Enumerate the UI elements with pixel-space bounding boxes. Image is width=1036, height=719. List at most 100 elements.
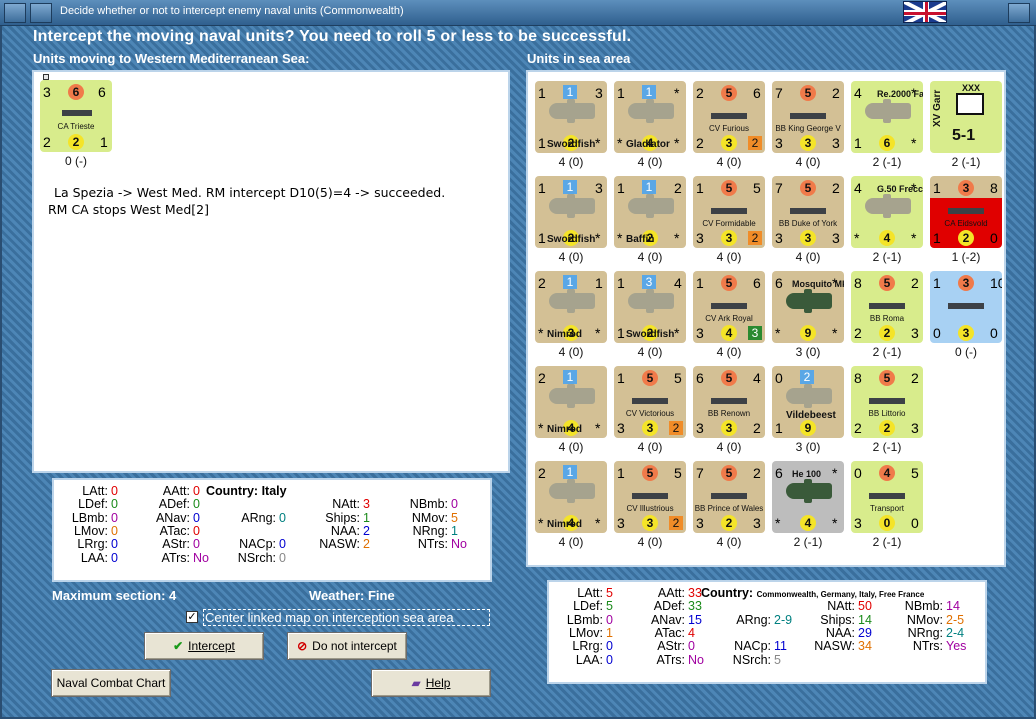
unit-name: CV Furious xyxy=(708,124,749,133)
unit-counter[interactable]: 0 4 5 3 0 0 Transport xyxy=(851,461,923,533)
unit-counter[interactable]: 1 1 3 1 2 * Swordfish xyxy=(535,81,607,153)
unit-count: 3 (0) xyxy=(795,440,821,454)
unit-counter[interactable]: 1 1 2 * 2 * Baffin xyxy=(614,176,686,248)
help-button[interactable]: ▰ Help xyxy=(371,669,491,697)
naval-combat-chart-button[interactable]: Naval Combat Chart xyxy=(51,669,171,697)
unit-counter[interactable]: 2 5 6 2 3 2 CV Furious xyxy=(693,81,765,153)
sea-area-stats: LAtt: 5 LDef: 5 LBmb: 0 LMov: 1 LRrg: 0 LAA: 0 AAtt:… xyxy=(547,580,987,684)
unit-stat-tr: 4 xyxy=(674,275,682,291)
unit-name: XV Garr xyxy=(932,89,943,127)
unit-stat-bl: 1 xyxy=(538,230,546,246)
stat-aatt: AAtt: 0 xyxy=(162,484,200,498)
unit-count: 2 (-1) xyxy=(872,345,902,359)
intercept-button[interactable]: ✔ Intercept xyxy=(144,632,264,660)
unit-counter[interactable]: 4*16*Re.2000 Falco I xyxy=(851,81,923,153)
stat-ldef: LDef: 0 xyxy=(78,497,118,512)
unit-stat-bl: 3 xyxy=(775,230,783,246)
unit-counter[interactable]: 1 5 5 3 3 2 CV Illustrious xyxy=(614,461,686,533)
ship-silhouette-icon xyxy=(790,113,826,119)
stat-nsrch: NSrch: 5 xyxy=(732,652,781,667)
unit-name: Re.2000 Falco I xyxy=(877,89,923,99)
unit-stat-tc: 3 xyxy=(642,275,656,289)
unit-stat-tc: 5 xyxy=(879,370,895,386)
unit-stat-tc: 5 xyxy=(800,85,816,101)
minimize-icon[interactable] xyxy=(30,3,52,23)
wing xyxy=(567,194,575,218)
stat-nrng: NRng: 2-4 xyxy=(907,625,965,640)
unit-counter[interactable]: 1 3 4 1 2 * Swordfish xyxy=(614,271,686,343)
unit-count: 4 (0) xyxy=(637,440,663,454)
unit-stat-bc: 3 xyxy=(958,325,974,341)
unit-counter[interactable]: 6 5 4 3 3 2 BB Renown xyxy=(693,366,765,438)
unit-stat-tl: 7 xyxy=(696,465,704,481)
unit-stat-bl: * xyxy=(775,515,781,531)
unit-counter[interactable]: 1 1 * * 4 * Gladiator xyxy=(614,81,686,153)
unit-counter[interactable]: 1 5 5 3 3 2 CV Formidable xyxy=(693,176,765,248)
garrison-symbol-icon xyxy=(956,93,984,115)
center-map-label[interactable]: Center linked map on interception sea ar… xyxy=(203,609,490,626)
unit-stat-tc: 5 xyxy=(642,465,658,481)
unit-stat-tr: 6 xyxy=(753,275,761,291)
unit-name: Nimrod xyxy=(547,329,582,340)
unit-stat-bc: 4 xyxy=(800,515,816,531)
unit-counter[interactable]: 0 2 1 9 Vildebeest xyxy=(772,366,844,438)
aircraft-silhouette-icon xyxy=(628,99,674,123)
unit-stat-bc: 4 xyxy=(721,325,737,341)
unit-counter[interactable]: 4**4*G.50 Freccia xyxy=(851,176,923,248)
unit-name: CV Victorious xyxy=(625,409,675,418)
unit-stat-br: 3 xyxy=(753,515,761,531)
unit-count: 4 (0) xyxy=(558,345,584,359)
aircraft-silhouette-icon xyxy=(628,289,674,313)
wing xyxy=(567,479,575,503)
unit-counter[interactable]: 2 1 * 4 * Nimrod xyxy=(535,461,607,533)
unit-stat-tc: 5 xyxy=(721,275,737,291)
ship-silhouette-icon xyxy=(711,493,747,499)
aircraft-silhouette-icon xyxy=(865,194,911,218)
unit-stat-bl: * xyxy=(617,135,623,151)
aircraft-silhouette-icon xyxy=(786,384,832,408)
unit-stat-br: * xyxy=(595,325,601,341)
unit-counter[interactable]: 1 3 8 1 2 0 CA Eidsvold xyxy=(930,176,1002,248)
window-menu-icon[interactable] xyxy=(4,3,26,23)
center-map-checkbox[interactable]: ✓ xyxy=(186,611,198,623)
unit-name: BB Littorio xyxy=(868,409,906,418)
unit-count: 4 (0) xyxy=(637,250,663,264)
maximum-section: Maximum section: 4 xyxy=(52,588,177,603)
unit-counter[interactable]: 1 3 10 0 3 0 xyxy=(930,271,1002,343)
unit-range: 1 xyxy=(100,134,108,150)
unit-counter-ca-trieste[interactable]: 3 6 6 CA Trieste 2 2 1 xyxy=(40,80,112,152)
stat-laa: LAA: 0 xyxy=(575,652,613,667)
stat-atrs: ATrs: No xyxy=(656,652,704,667)
unit-counter[interactable]: 7 5 2 3 3 3 BB Duke of York xyxy=(772,176,844,248)
unit-counter[interactable]: 2 1 1 * 3 * Nimrod xyxy=(535,271,607,343)
stat-nbmb: NBmb: 0 xyxy=(409,497,458,512)
do-not-intercept-button[interactable]: ⊘ Do not intercept xyxy=(287,632,407,660)
unit-counter[interactable]: XV Garr 5-1 XXX xyxy=(930,81,1002,153)
unit-stat-tc: 1 xyxy=(563,85,577,99)
unit-counter[interactable]: 1 5 6 3 4 3 CV Ark Royal xyxy=(693,271,765,343)
unit-counter[interactable]: 2 1 * 4 * Nimrod xyxy=(535,366,607,438)
unit-counter[interactable]: 6 * * 4 * He 100 xyxy=(772,461,844,533)
stat-adef: ADef: 33 xyxy=(653,599,702,614)
unit-counter[interactable]: 8 5 2 2 2 3 BB Roma xyxy=(851,271,923,343)
unit-counter[interactable]: 6**9*Mosquito Mk. II xyxy=(772,271,844,343)
sea-area-units-panel: 1 1 3 1 2 * Swordfish 4 (0) 1 1 * * 4 * Gladiator 4 (0)… xyxy=(526,70,1006,567)
unit-counter[interactable]: 1 1 3 1 2 * Swordfish xyxy=(535,176,607,248)
stat-aatt: AAtt: 33 xyxy=(657,586,702,600)
unit-stat-br: * xyxy=(595,420,601,436)
unit-stat-tr: 10 xyxy=(990,275,1002,291)
unit-counter[interactable]: 1 5 5 3 3 2 CV Victorious xyxy=(614,366,686,438)
aircraft-silhouette-icon xyxy=(628,194,674,218)
unit-stat-br: * xyxy=(911,230,917,246)
aircraft-silhouette-icon xyxy=(786,479,832,503)
unit-counter[interactable]: 7 5 2 3 3 3 BB King George V xyxy=(772,81,844,153)
unit-counter[interactable]: 7 5 2 3 2 3 BB Prince of Wales xyxy=(693,461,765,533)
close-icon[interactable] xyxy=(1008,3,1030,23)
unit-stat-tr: 2 xyxy=(753,465,761,481)
ship-silhouette-icon xyxy=(790,208,826,214)
unit-counter[interactable]: 8 5 2 2 2 3 BB Littorio xyxy=(851,366,923,438)
ship-silhouette-icon xyxy=(869,493,905,499)
unit-stat-tc: 5 xyxy=(721,180,737,196)
unit-count: 4 (0) xyxy=(716,250,742,264)
unit-name: Nimrod xyxy=(547,519,582,530)
